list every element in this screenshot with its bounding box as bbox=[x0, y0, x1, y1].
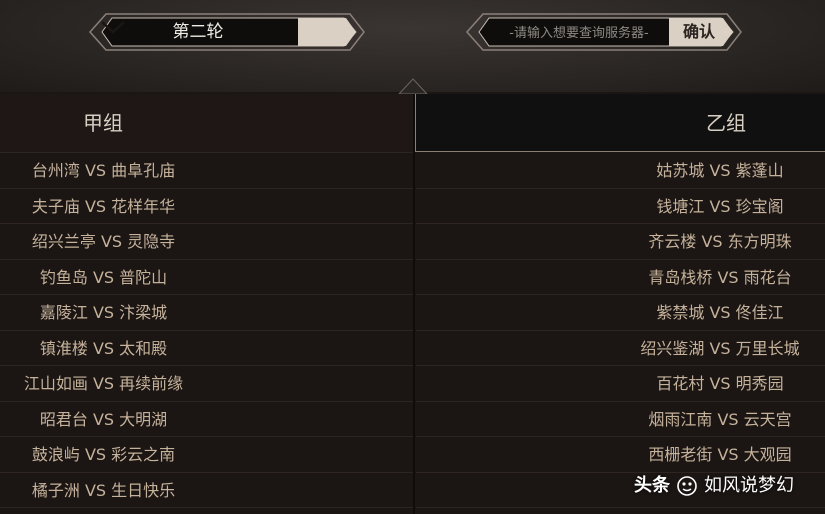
list-item: 江山如画 VS 再续前缘 bbox=[0, 366, 413, 402]
match-text: 齐云楼 VS 东方明珠 bbox=[648, 232, 792, 251]
list-item: 昭君台 VS 大明湖 bbox=[0, 401, 413, 437]
match-text: 青岛栈桥 VS 雨花台 bbox=[648, 267, 792, 287]
round-select[interactable]: 第二轮 bbox=[88, 12, 366, 52]
round-select-value: 第二轮 bbox=[172, 22, 224, 42]
watermark-source: 头条 bbox=[634, 475, 670, 496]
match-text: 百花村 VS 明秀园 bbox=[656, 374, 784, 393]
column-divider bbox=[413, 94, 415, 514]
divider-notch-icon bbox=[398, 78, 428, 94]
match-text: 江山如画 VS 再续前缘 bbox=[23, 374, 184, 393]
list-item: 镇淮楼 VS 太和殿 bbox=[0, 330, 413, 366]
match-text: 昭君台 VS 大明湖 bbox=[39, 409, 168, 429]
match-text: 钓鱼岛 VS 普陀山 bbox=[39, 267, 168, 287]
group-b-title: 乙组 bbox=[706, 111, 746, 135]
tab-group-a[interactable]: 甲组 bbox=[0, 94, 414, 153]
list-item: 姑苏城 VS 紫蓬山 bbox=[416, 153, 825, 189]
match-text: 绍兴兰亭 VS 灵隐寺 bbox=[31, 232, 176, 251]
list-item: 青岛栈桥 VS 雨花台 bbox=[416, 259, 825, 295]
tab-group-b[interactable]: 乙组 bbox=[415, 94, 825, 152]
list-item: 绍兴兰亭 VS 灵隐寺 bbox=[0, 224, 413, 260]
watermark: 头条 如风说梦幻 bbox=[634, 466, 794, 506]
match-text: 绍兴鉴湖 VS 万里长城 bbox=[640, 338, 800, 358]
match-text: 紫禁城 VS 佟佳江 bbox=[656, 303, 784, 322]
group-a-match-list: 台州湾 VS 曲阜孔庙 夫子庙 VS 花样年华 绍兴兰亭 VS 灵隐寺 钓鱼岛 … bbox=[0, 153, 413, 508]
list-item: 嘉陵江 VS 汴梁城 bbox=[0, 295, 413, 331]
match-text: 夫子庙 VS 花样年华 bbox=[31, 196, 176, 216]
list-item: 钱塘江 VS 珍宝阁 bbox=[416, 188, 825, 224]
chevron-down-icon[interactable] bbox=[88, 12, 142, 42]
match-text: 橘子洲 VS 生日快乐 bbox=[31, 480, 176, 500]
list-item: 烟雨江南 VS 云天宫 bbox=[416, 401, 825, 437]
list-item: 橘子洲 VS 生日快乐 bbox=[0, 472, 413, 508]
list-item: 台州湾 VS 曲阜孔庙 bbox=[0, 153, 413, 189]
watermark-author: 如风说梦幻 bbox=[704, 475, 794, 496]
group-b-match-list: 姑苏城 VS 紫蓬山 钱塘江 VS 珍宝阁 齐云楼 VS 东方明珠 青岛栈桥 V… bbox=[416, 153, 825, 508]
match-text: 姑苏城 VS 紫蓬山 bbox=[656, 161, 784, 180]
list-item: 齐云楼 VS 东方明珠 bbox=[416, 224, 825, 260]
list-item: 紫禁城 VS 佟佳江 bbox=[416, 295, 825, 331]
match-text: 镇淮楼 VS 太和殿 bbox=[39, 338, 168, 358]
list-item: 夫子庙 VS 花样年华 bbox=[0, 188, 413, 224]
list-item: 鼓浪屿 VS 彩云之南 bbox=[0, 437, 413, 473]
list-item: 百花村 VS 明秀园 bbox=[416, 366, 825, 402]
match-text: 嘉陵江 VS 汴梁城 bbox=[39, 303, 168, 322]
group-a-title: 甲组 bbox=[83, 111, 123, 135]
match-text: 烟雨江南 VS 云天宫 bbox=[648, 409, 792, 429]
watermark-logo-icon bbox=[677, 476, 697, 496]
match-text: 台州湾 VS 曲阜孔庙 bbox=[31, 161, 176, 180]
list-item: 钓鱼岛 VS 普陀山 bbox=[0, 259, 413, 295]
confirm-button[interactable]: 确认 bbox=[671, 17, 727, 47]
match-text: 钱塘江 VS 珍宝阁 bbox=[656, 196, 784, 216]
match-text: 鼓浪屿 VS 彩云之南 bbox=[31, 445, 176, 464]
server-search: 确认 bbox=[465, 12, 743, 52]
search-input[interactable] bbox=[487, 18, 671, 48]
list-item: 绍兴鉴湖 VS 万里长城 bbox=[416, 330, 825, 366]
